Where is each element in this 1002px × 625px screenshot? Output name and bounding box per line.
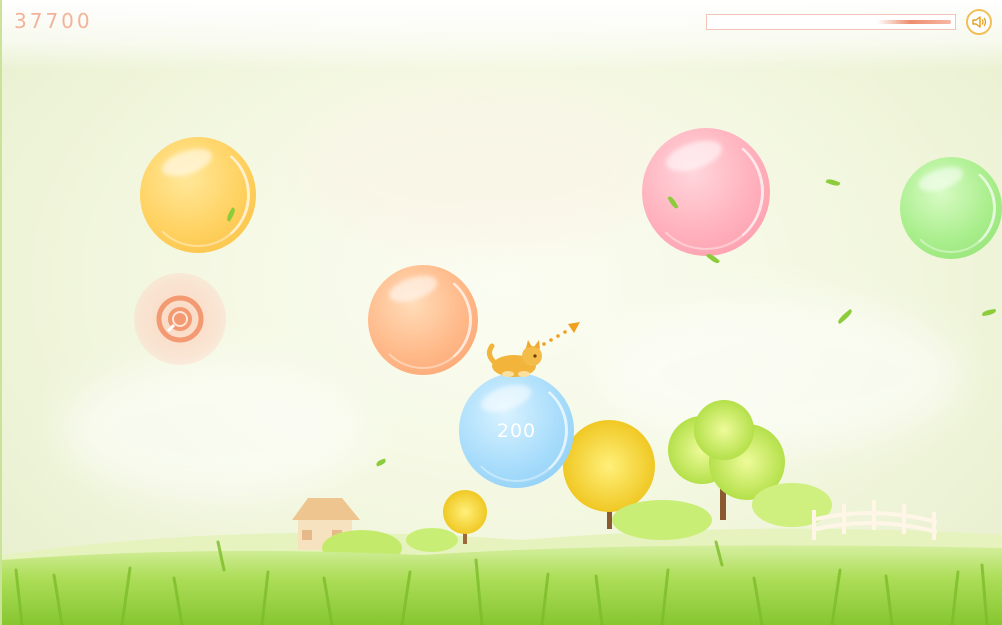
bubble-yellow[interactable] (140, 137, 256, 253)
target-ring-icon (156, 295, 204, 343)
target-bubble[interactable] (134, 273, 226, 365)
bubble-points-label: 200 (496, 419, 537, 442)
dotted-arrow-icon (542, 322, 580, 346)
bubble-orange[interactable] (368, 265, 478, 375)
game-stage[interactable]: 37700 200 (0, 0, 1002, 625)
bubble-green[interactable] (900, 157, 1002, 259)
bubble-blue[interactable]: 200 (459, 373, 574, 488)
bubble-pink[interactable] (642, 128, 770, 256)
